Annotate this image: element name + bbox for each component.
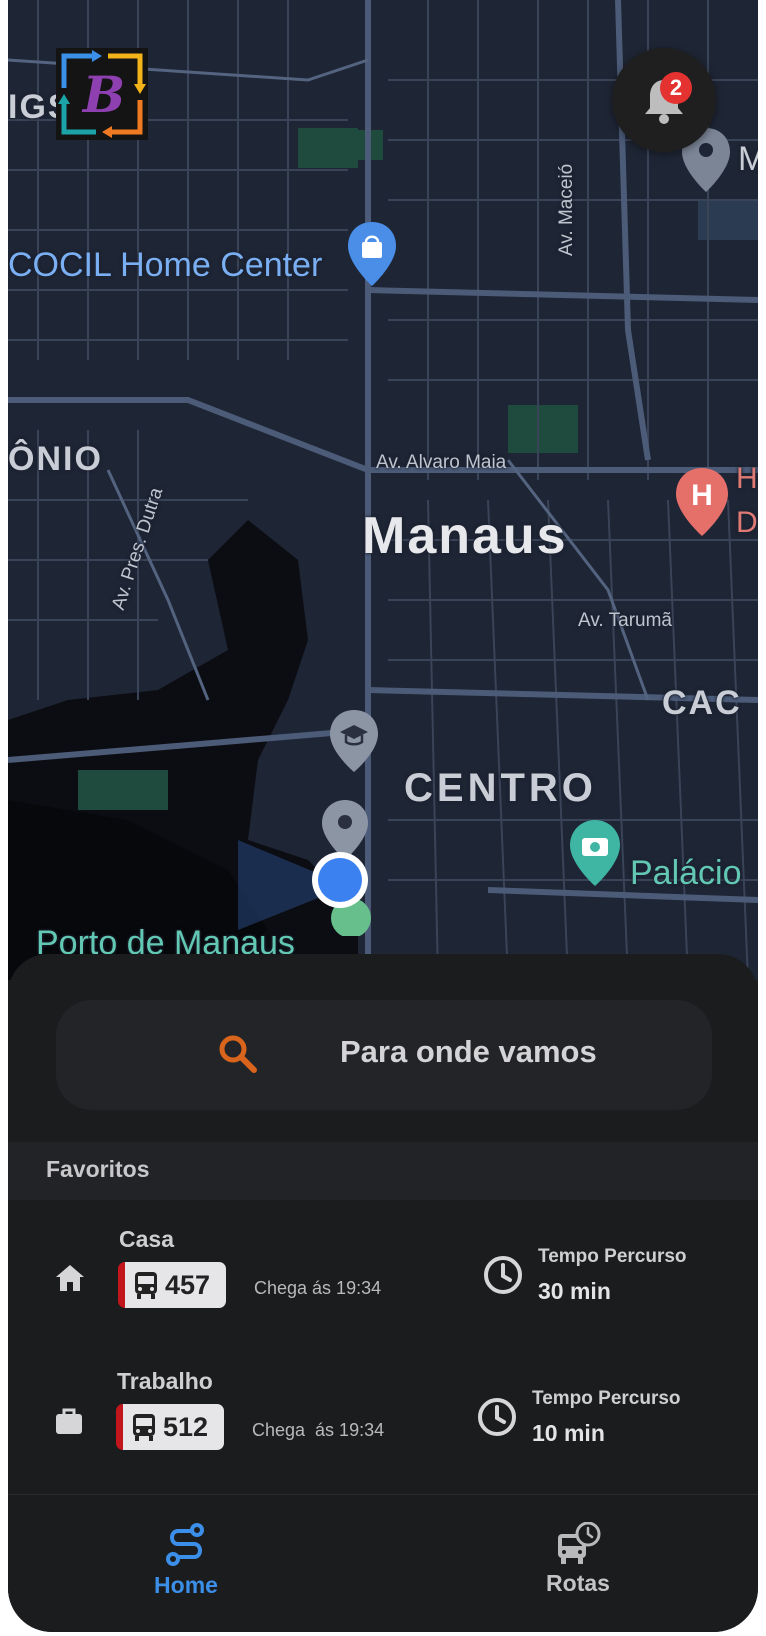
home-icon [56,1265,84,1291]
bus-line-chip[interactable]: 512 [116,1404,224,1450]
map-label-district: CENTRO [404,766,597,810]
duration-label: Tempo Percurso [532,1388,681,1409]
favorites-header: Favoritos [8,1142,758,1200]
map-label-edge-m: M [738,140,758,178]
nav-label-rotas: Rotas [546,1570,610,1596]
nav-item-rotas[interactable]: Rotas [528,1522,628,1597]
arrival-time: Chega ás 19:34 [254,1278,382,1298]
map-label-area-left: ÔNIO [8,440,103,478]
map-label-palacio: Palácio [630,854,742,892]
briefcase-icon [56,1408,82,1434]
search-placeholder: Para onde vamos [340,1034,597,1069]
search-bar[interactable]: Para onde vamos [56,1000,712,1110]
favorite-title: Casa [119,1226,174,1252]
duration-value: 10 min [532,1420,605,1446]
notification-count-badge: 2 [660,72,692,104]
camera-pin-icon[interactable] [568,818,622,888]
route-icon [166,1523,204,1566]
map-label-edge-d: D [736,506,758,539]
bottom-sheet: Para onde vamos Favoritos Casa 457 Chega… [8,954,758,1632]
favorites-title: Favoritos [46,1156,150,1182]
bus-icon [133,1414,155,1441]
nav-item-home[interactable]: Home [136,1522,236,1599]
arrival-time: Chega ás 19:34 [252,1420,385,1440]
search-icon [219,1035,257,1073]
duration-value: 30 min [538,1278,611,1304]
clock-icon [478,1398,516,1436]
map-label-home-center: COCIL Home Center [8,246,323,284]
map-label-edge-h: H [736,462,758,495]
app-screen: Manaus CENTRO COCIL Home Center Palácio … [8,0,758,1632]
bus-clock-icon [558,1522,601,1564]
clock-icon [484,1256,522,1294]
map-view[interactable]: Manaus CENTRO COCIL Home Center Palácio … [8,0,758,980]
favorite-item-casa[interactable]: Casa 457 Chega ás 19:34 Tempo Percurso 3… [8,1210,758,1350]
app-logo-b-icon: B [56,48,148,140]
app-logo[interactable]: B [56,48,148,140]
map-label-taruma: Av. Tarumã [578,610,672,631]
nav-label-home: Home [154,1572,218,1598]
bottom-nav-divider [8,1494,758,1495]
hospital-pin-icon[interactable]: H [674,466,730,538]
svg-text:B: B [81,65,125,124]
bus-line-number: 512 [163,1411,209,1442]
shopping-pin-icon[interactable] [346,220,398,288]
map-label-alvaro-maia: Av. Alvaro Maia [376,452,507,473]
bus-line-chip[interactable]: 457 [118,1262,226,1308]
map-label-city: Manaus [362,507,568,565]
notifications-button[interactable] [612,48,716,152]
map-label-maceio: Av. Maceió [556,163,577,256]
bus-line-number: 457 [165,1269,211,1300]
hospital-pin-letter: H [691,479,713,512]
favorite-title: Trabalho [117,1368,213,1394]
map-label-area-right: CAC [662,684,742,722]
favorite-item-trabalho[interactable]: Trabalho 512 Chega ás 19:34 Tempo Percur… [8,1352,758,1492]
school-pin-icon[interactable] [328,708,380,774]
duration-label: Tempo Percurso [538,1246,687,1267]
bus-icon [135,1272,157,1299]
current-location-icon[interactable] [310,850,370,910]
